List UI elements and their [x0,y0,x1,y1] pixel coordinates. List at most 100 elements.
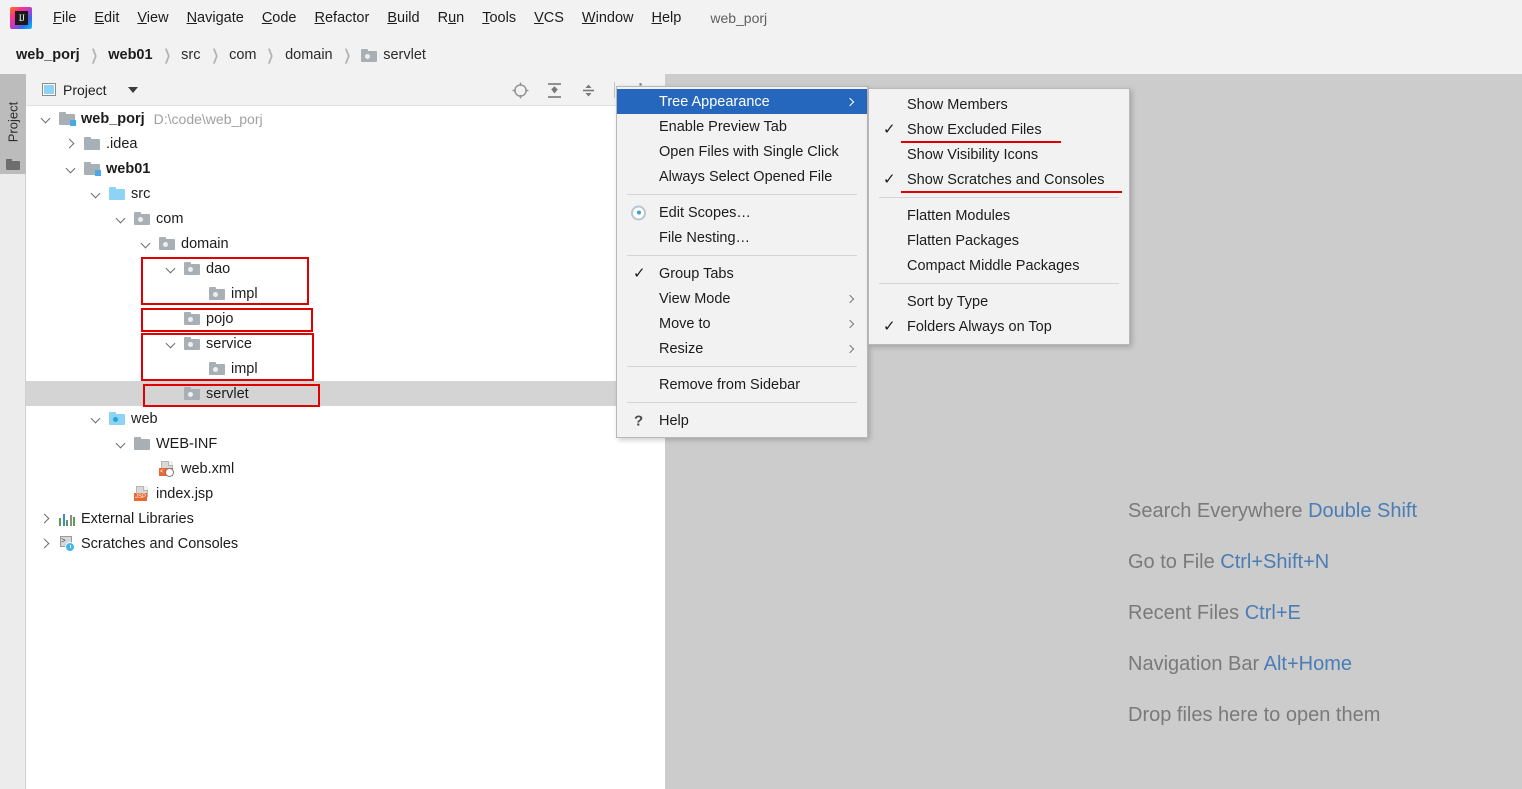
tree-row-com[interactable]: com [26,206,665,231]
chevron-right-icon[interactable] [40,513,52,525]
menu-item-open-files-with-single-click[interactable]: Open Files with Single Click [617,139,867,164]
intellij-idea-window: IJ File Edit View Navigate Code Refactor Build… [0,0,1522,789]
tree-appearance-submenu[interactable]: Show Members ✓ Show Excluded Files Show Vis… [868,88,1130,345]
chevron-down-icon[interactable] [115,438,127,450]
menu-code[interactable]: Code [253,6,306,30]
submenu-item-show-excluded-files[interactable]: ✓ Show Excluded Files [869,117,1129,143]
chevron-down-icon[interactable] [40,113,52,125]
chevron-down-icon[interactable] [115,213,127,225]
breadcrumb-item-com[interactable]: com [229,47,256,63]
breadcrumb-label: web_porj [16,47,80,63]
tree-row-label: impl [231,360,258,377]
menu-item-tree-appearance[interactable]: Tree Appearance [617,89,867,114]
menu-view[interactable]: View [128,6,177,30]
menu-run[interactable]: Run [429,6,474,30]
breadcrumb-item-web-porj[interactable]: web_porj [16,47,80,63]
menu-item-move-to[interactable]: Move to [617,311,867,336]
submenu-item-flatten-modules[interactable]: Flatten Modules [869,203,1129,228]
tree-row-web-xml[interactable]: < web.xml [26,456,665,481]
menu-item-view-mode[interactable]: View Mode [617,286,867,311]
menu-item-label: Always Select Opened File [659,168,833,185]
tree-row-web01[interactable]: web01 [26,156,665,181]
submenu-item-show-visibility-icons[interactable]: Show Visibility Icons [869,142,1129,167]
tree-row-impl[interactable]: impl [26,356,665,381]
menu-item-resize[interactable]: Resize [617,336,867,361]
tree-row-web-inf[interactable]: WEB-INF [26,431,665,456]
tree-row-impl[interactable]: impl [26,281,665,306]
submenu-item-flatten-packages[interactable]: Flatten Packages [869,228,1129,253]
breadcrumb-label: com [229,47,257,63]
menu-item-help[interactable]: ? Help [617,408,867,433]
red-underline-annotation [901,190,1123,193]
tree-row-icon [134,212,150,225]
menu-refactor[interactable]: Refactor [306,6,379,30]
submenu-item-sort-by-type[interactable]: Sort by Type [869,289,1129,314]
chevron-down-icon[interactable] [90,188,102,200]
tree-row-pojo[interactable]: pojo [26,306,665,331]
project-tree[interactable]: web_porj D:\code\web_porj .idea web01 src com… [26,106,665,556]
menu-item-remove-from-sidebar[interactable]: Remove from Sidebar [617,372,867,397]
breadcrumb-item-web01[interactable]: web01 [108,47,152,63]
tree-row-service[interactable]: service [26,331,665,356]
menu-item-always-select-opened-file[interactable]: Always Select Opened File [617,164,867,189]
breadcrumb-item-servlet[interactable]: servlet [361,47,426,63]
chevron-right-icon [845,344,855,353]
menu-item-group-tabs[interactable]: ✓ Group Tabs [617,261,867,286]
tree-row-label: pojo [206,310,234,327]
watermark-action: Go to File [1128,551,1215,573]
menu-edit[interactable]: Edit [85,6,128,30]
menu-help[interactable]: Help [642,6,690,30]
tree-row-scratches-and-consoles[interactable]: >_ Scratches and Consoles [26,531,665,556]
submenu-item-compact-middle-packages[interactable]: Compact Middle Packages [869,253,1129,278]
package-folder-icon [184,387,200,400]
libraries-icon [59,512,75,526]
tree-row-external-libraries[interactable]: External Libraries [26,506,665,531]
tree-row-web[interactable]: web [26,406,665,431]
tree-row-dao[interactable]: dao [26,256,665,281]
chevron-down-icon[interactable] [127,86,138,93]
chevron-right-icon[interactable] [65,138,77,150]
tree-row-web-porj[interactable]: web_porj D:\code\web_porj [26,106,665,131]
chevron-right-icon[interactable] [40,538,52,550]
menu-window[interactable]: Window [573,6,643,30]
menu-build[interactable]: Build [378,6,428,30]
chevron-down-icon[interactable] [90,413,102,425]
radio-icon [631,205,646,220]
collapse-all-icon[interactable] [580,82,597,99]
menu-item-enable-preview-tab[interactable]: Enable Preview Tab [617,114,867,139]
breadcrumb-item-domain[interactable]: domain [285,47,333,63]
breadcrumb-separator: ❯ [211,47,219,64]
breadcrumb-item-src[interactable]: src [181,47,200,63]
tree-row-index-jsp[interactable]: JSP index.jsp [26,481,665,506]
tree-row-icon [109,412,125,425]
expand-all-icon[interactable] [546,82,563,99]
jsp-file-icon: JSP [134,486,150,501]
watermark-action: Drop files here to open them [1128,704,1381,726]
context-menu[interactable]: Tree Appearance Enable Preview Tab Open Fi… [616,86,868,438]
menu-navigate[interactable]: Navigate [178,6,253,30]
tree-row-servlet[interactable]: servlet [26,381,665,406]
chevron-down-icon[interactable] [165,338,177,350]
submenu-item-folders-always-on-top[interactable]: ✓ Folders Always on Top [869,314,1129,339]
menu-vcs[interactable]: VCS [525,6,573,30]
submenu-item-show-scratches-and-consoles[interactable]: ✓ Show Scratches and Consoles [869,167,1129,193]
tree-row-domain[interactable]: domain [26,231,665,256]
chevron-down-icon[interactable] [65,163,77,175]
menu-tools[interactable]: Tools [473,6,525,30]
submenu-item-show-members[interactable]: Show Members [869,92,1129,117]
watermark-action: Recent Files [1128,602,1240,624]
chevron-down-icon[interactable] [140,238,152,250]
sidebar-item-project[interactable]: Project [0,74,26,174]
menu-item-edit-scopes[interactable]: Edit Scopes… [617,200,867,225]
tree-row--idea[interactable]: .idea [26,131,665,156]
tree-row-label: com [156,210,184,227]
package-folder-icon [134,212,150,225]
menu-file[interactable]: File [44,6,85,30]
chevron-right-icon [845,97,855,106]
locate-target-icon[interactable] [512,82,529,99]
tree-row-icon [59,512,75,526]
tab-project[interactable]: Project [42,82,138,98]
tree-row-src[interactable]: src [26,181,665,206]
menu-item-file-nesting[interactable]: File Nesting… [617,225,867,250]
chevron-down-icon[interactable] [165,263,177,275]
